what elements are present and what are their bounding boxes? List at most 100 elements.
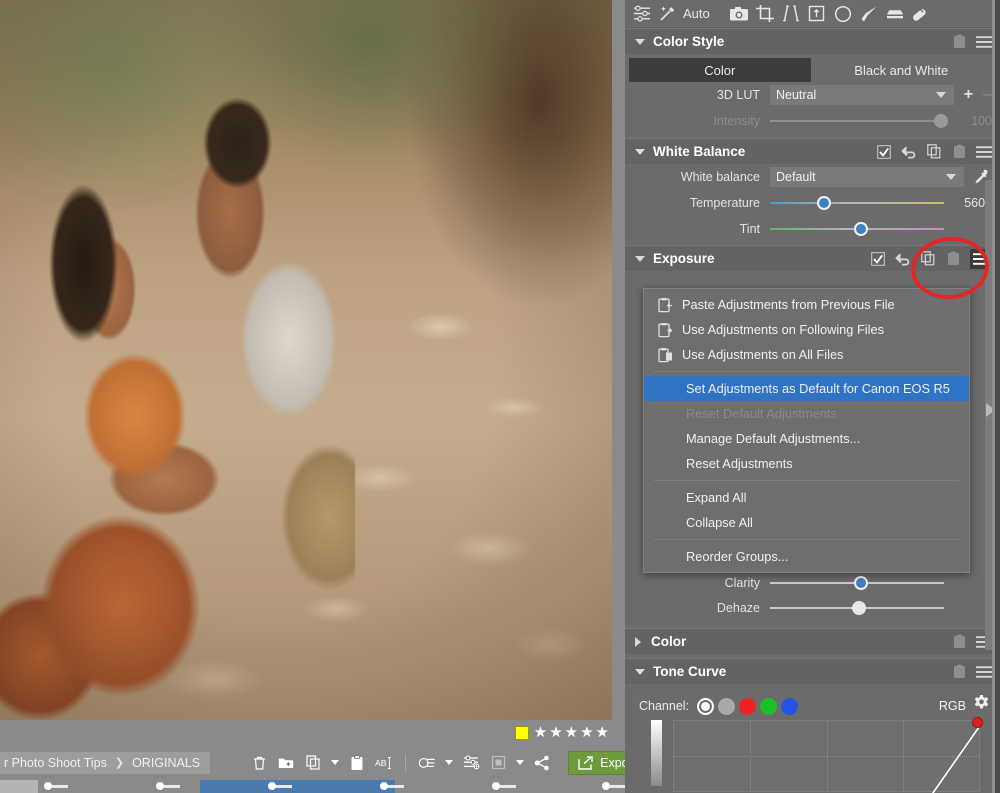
paste-adjustments-icon[interactable] [951, 144, 967, 160]
section-header-white-balance[interactable]: White Balance [625, 138, 1000, 164]
slider-knob[interactable] [853, 576, 868, 590]
filmstrip-thumb-selected[interactable] [200, 780, 395, 793]
camera-icon[interactable] [726, 1, 752, 27]
gradient-icon[interactable] [882, 1, 908, 27]
segment-black-and-white[interactable]: Black and White [811, 58, 993, 82]
filmstrip-thumb[interactable] [0, 780, 38, 793]
slider-knob[interactable] [816, 196, 831, 210]
paste-adjustments-icon[interactable] [945, 251, 961, 267]
slider-knob[interactable] [933, 114, 948, 128]
straighten-icon[interactable] [804, 1, 830, 27]
filmstrip-slider-knob[interactable] [156, 782, 164, 790]
menu-item-collapse-all[interactable]: Collapse All [644, 510, 969, 535]
enable-checkbox[interactable] [876, 144, 892, 160]
slider-knob[interactable] [853, 222, 868, 236]
section-header-color[interactable]: Color [625, 628, 1000, 654]
section-header-tone-curve[interactable]: Tone Curve [625, 658, 1000, 684]
hamburger-menu-icon[interactable] [976, 664, 992, 680]
chevron-down-icon[interactable] [635, 668, 645, 675]
chevron-right-icon[interactable] [635, 636, 641, 647]
chevron-down-icon[interactable] [946, 174, 956, 180]
star-rating[interactable]: ★★★★★ [534, 725, 611, 740]
eraser-icon[interactable] [908, 1, 934, 27]
paste-adjustments-icon[interactable] [951, 34, 967, 50]
section-header-color-style[interactable]: Color Style [625, 28, 1000, 54]
hamburger-menu-icon[interactable] [976, 34, 992, 50]
hamburger-menu-icon[interactable] [976, 144, 992, 160]
rgb-channel-button[interactable] [718, 697, 736, 715]
red-channel-button[interactable] [739, 697, 757, 715]
stack-dropdown-caret-icon[interactable] [445, 760, 454, 765]
menu-item-use-all[interactable]: Use Adjustments on All Files [644, 342, 969, 367]
copy-dropdown-caret-icon[interactable] [331, 760, 340, 765]
brush-icon[interactable] [856, 1, 882, 27]
reset-icon[interactable] [901, 144, 917, 160]
segment-color[interactable]: Color [629, 58, 811, 82]
menu-item-set-default[interactable]: Set Adjustments as Default for Canon EOS… [644, 376, 969, 401]
reset-icon[interactable] [895, 251, 911, 267]
temperature-slider[interactable] [770, 190, 944, 216]
proof-icon [489, 754, 507, 772]
magic-wand-icon[interactable] [655, 1, 681, 27]
breadcrumb[interactable]: r Photo Shoot Tips ❯ ORIGINALS [0, 751, 211, 774]
filmstrip-slider-knob[interactable] [492, 782, 500, 790]
section-header-exposure[interactable]: Exposure [625, 245, 1000, 271]
copy-adjustments-icon[interactable] [920, 251, 936, 267]
crop-icon[interactable] [752, 1, 778, 27]
breadcrumb-current[interactable]: ORIGINALS [132, 756, 200, 770]
slider-knob[interactable] [851, 601, 866, 615]
filmstrip-slider-knob[interactable] [602, 782, 610, 790]
paste-adjustments-icon[interactable] [951, 634, 967, 650]
delete-icon[interactable] [250, 754, 268, 772]
new-album-icon[interactable] [277, 754, 295, 772]
luma-channel-button[interactable] [697, 697, 715, 715]
clarity-slider[interactable] [770, 570, 944, 596]
channel-label: Channel: [639, 699, 690, 713]
lut-dropdown[interactable]: Neutral [770, 85, 954, 105]
stack-icon[interactable] [418, 754, 436, 772]
photo-preview[interactable] [0, 0, 612, 720]
proof-dropdown-caret-icon[interactable] [516, 760, 525, 765]
copy-adjustments-icon[interactable] [304, 754, 322, 772]
rename-icon[interactable]: AB [375, 754, 393, 772]
copy-adjustments-icon[interactable] [926, 144, 942, 160]
filmstrip-slider-knob[interactable] [380, 782, 388, 790]
tint-slider[interactable] [770, 216, 944, 242]
tone-curve-plot[interactable] [673, 717, 983, 792]
menu-item-paste-previous[interactable]: Paste Adjustments from Previous File [644, 292, 969, 317]
menu-item-label: Reorder Groups... [686, 549, 789, 564]
filmstrip-slider-knob[interactable] [44, 782, 52, 790]
chevron-down-icon[interactable] [635, 38, 645, 45]
white-balance-dropdown[interactable]: Default [770, 167, 964, 187]
auto-button[interactable]: Auto [681, 6, 716, 21]
filmstrip-slider-knob[interactable] [268, 782, 276, 790]
share-icon[interactable] [533, 754, 551, 772]
keystone-icon[interactable] [778, 1, 804, 27]
dehaze-slider[interactable] [770, 595, 944, 621]
paste-adjustments-icon[interactable] [951, 664, 967, 680]
menu-item-expand-all[interactable]: Expand All [644, 485, 969, 510]
remove-lut-button[interactable]: – [983, 86, 992, 104]
adjustments-icon[interactable] [462, 754, 480, 772]
chevron-down-icon[interactable] [635, 148, 645, 155]
enable-checkbox[interactable] [870, 251, 886, 267]
add-lut-button[interactable]: + [964, 86, 973, 104]
adjustments-icon[interactable] [629, 1, 655, 27]
intensity-slider[interactable] [770, 108, 948, 134]
tone-curve-point[interactable] [972, 717, 983, 728]
green-channel-button[interactable] [760, 697, 778, 715]
menu-item-reset-adjustments[interactable]: Reset Adjustments [644, 451, 969, 476]
adjustments-context-menu[interactable]: Paste Adjustments from Previous File Use… [643, 288, 970, 573]
spot-removal-icon[interactable] [830, 1, 856, 27]
tone-curve-graph[interactable] [639, 717, 994, 788]
blue-channel-button[interactable] [781, 697, 799, 715]
menu-item-reorder-groups[interactable]: Reorder Groups... [644, 544, 969, 569]
menu-item-use-following[interactable]: Use Adjustments on Following Files [644, 317, 969, 342]
paste-adjustments-icon[interactable] [348, 754, 366, 772]
breadcrumb-parent[interactable]: r Photo Shoot Tips [4, 756, 107, 770]
color-label-chip[interactable] [514, 725, 529, 740]
menu-item-manage-defaults[interactable]: Manage Default Adjustments... [644, 426, 969, 451]
chevron-down-icon[interactable] [635, 255, 645, 262]
chevron-down-icon[interactable] [935, 92, 946, 98]
filmstrip[interactable] [0, 780, 626, 793]
